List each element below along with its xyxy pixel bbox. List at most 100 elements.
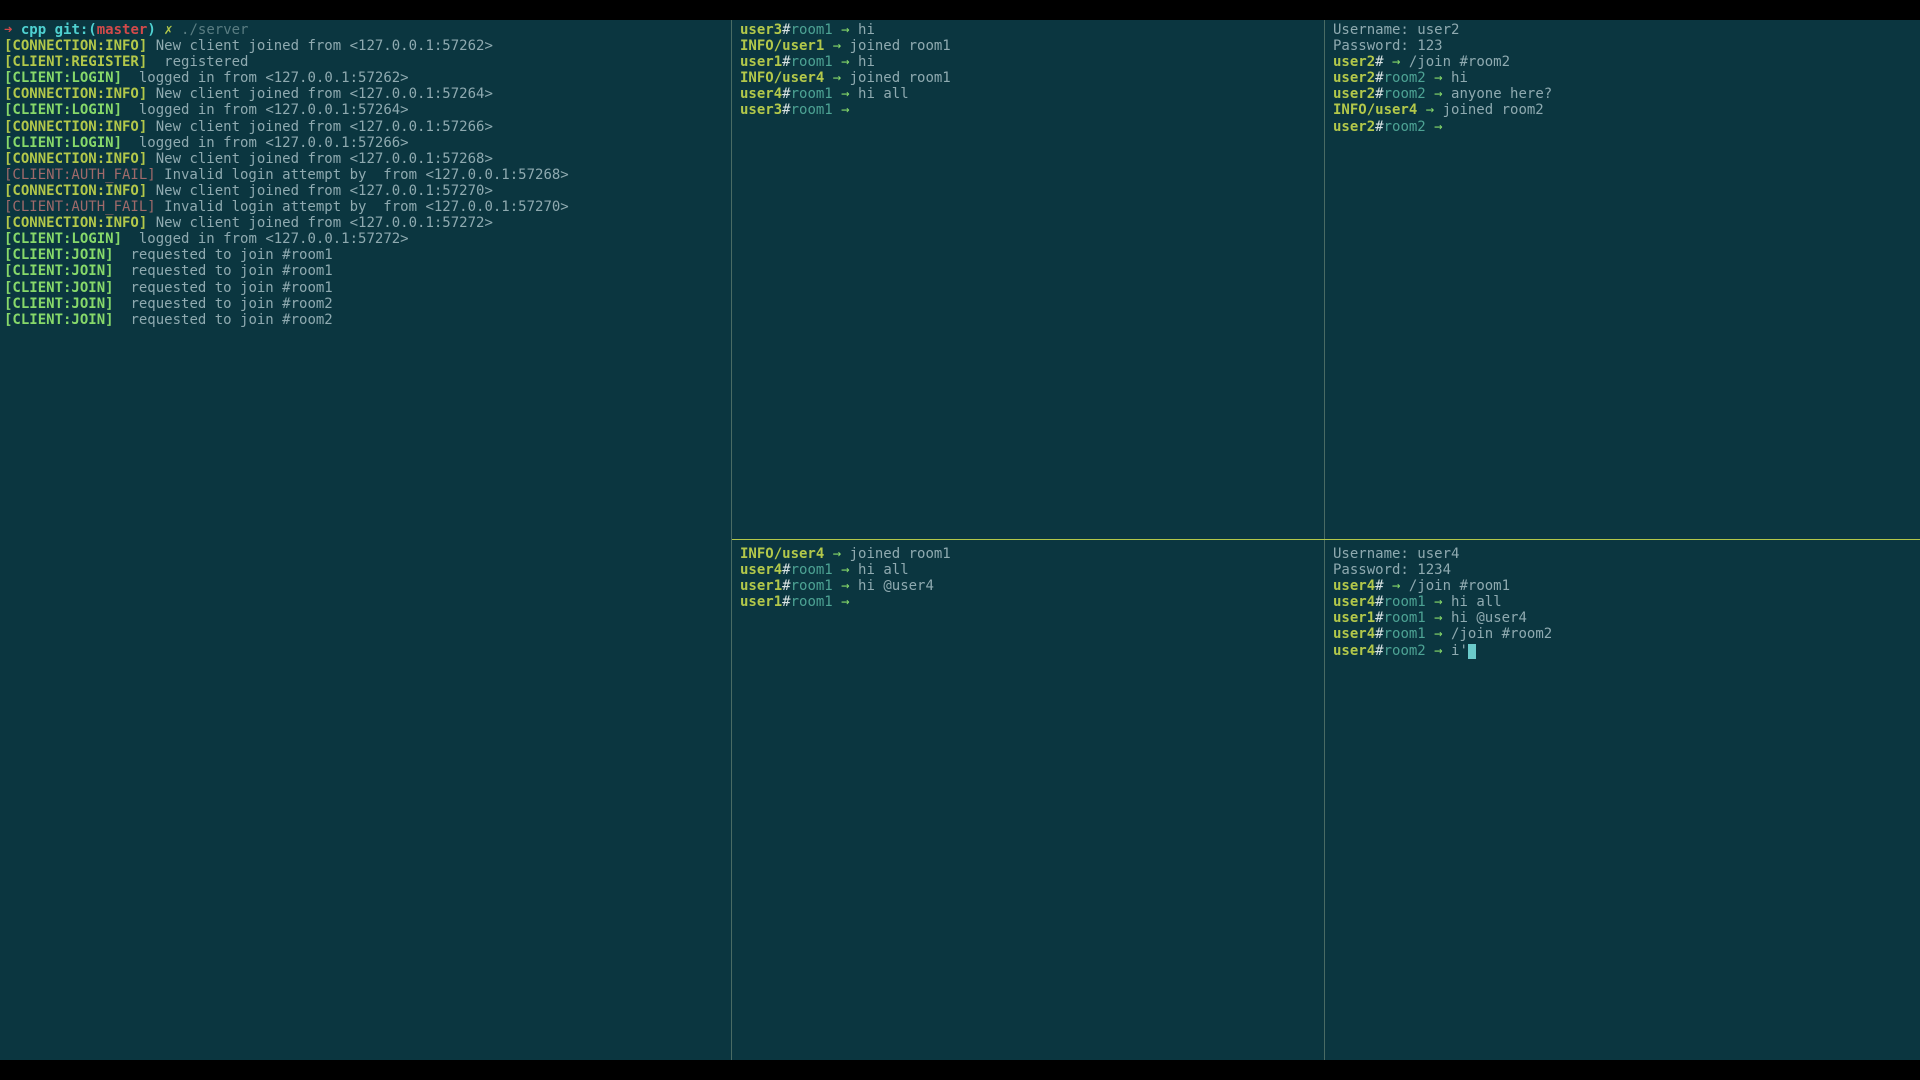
log-message: requested to join #room1 — [114, 247, 333, 263]
server-log-line: [CONNECTION:INFO] New client joined from… — [4, 215, 726, 231]
tmux-workspace: ➜ cpp git:(master) ✗ ./server[CONNECTION… — [0, 20, 1920, 1060]
log-tag: [CLIENT:REGISTER] — [4, 54, 147, 70]
server-log-line: [CLIENT:JOIN] requested to join #room2 — [4, 312, 726, 328]
client-prompt[interactable]: user1#room1 → — [740, 594, 1316, 610]
split-vertical-1 — [731, 20, 732, 1060]
chat-message: /join #room2 — [1451, 626, 1552, 642]
log-message: Invalid login attempt by from <127.0.0.1… — [156, 167, 569, 183]
server-pane[interactable]: ➜ cpp git:(master) ✗ ./server[CONNECTION… — [0, 20, 730, 1060]
chat-message: hi @user4 — [1451, 610, 1527, 626]
prompt-git-close: ) — [147, 22, 164, 38]
arrow-icon: → — [1426, 70, 1451, 86]
room-name: room1 — [791, 578, 833, 594]
room-name: room2 — [1384, 643, 1426, 659]
arrow-icon: → — [1384, 578, 1409, 594]
cursor-icon — [1468, 644, 1476, 659]
server-log-line: [CONNECTION:INFO] New client joined from… — [4, 119, 726, 135]
server-log-line: [CONNECTION:INFO] New client joined from… — [4, 38, 726, 54]
arrow-icon: → — [1426, 626, 1451, 642]
client-prompt[interactable]: user2#room2 → — [1333, 119, 1914, 135]
log-tag: [CLIENT:AUTH_FAIL] — [4, 167, 156, 183]
log-tag: [CLIENT:LOGIN] — [4, 231, 122, 247]
client-user4-pane[interactable]: Username: user4Password: 1234user4# → /j… — [1329, 544, 1918, 1058]
chat-line: user2# → /join #room2 — [1333, 54, 1914, 70]
username: user1 — [740, 54, 782, 70]
arrow-icon: → — [824, 38, 849, 54]
username: user4 — [1333, 626, 1375, 642]
client-prompt[interactable]: user3#room1 → — [740, 102, 1316, 118]
arrow-icon: → — [824, 546, 849, 562]
bottom-bar — [0, 1060, 1920, 1080]
shell-prompt: ➜ cpp git:(master) ✗ ./server — [4, 22, 726, 38]
prompt-command[interactable]: ./server — [173, 22, 249, 38]
chat-message: hi @user4 — [858, 578, 934, 594]
client-input-line[interactable]: user4#room2 → i' — [1333, 643, 1914, 659]
log-message: requested to join #room1 — [114, 280, 333, 296]
plain-line: Username: user2 — [1333, 22, 1914, 38]
chat-message: /join #room2 — [1409, 54, 1510, 70]
client-user1-pane[interactable]: INFO/user4 → joined room1user4#room1 → h… — [736, 544, 1320, 1058]
server-log-line: [CLIENT:JOIN] requested to join #room1 — [4, 280, 726, 296]
log-tag: [CONNECTION:INFO] — [4, 86, 147, 102]
log-message: New client joined from <127.0.0.1:57272> — [147, 215, 493, 231]
log-message: logged in from <127.0.0.1:57264> — [122, 102, 409, 118]
username: user3 — [740, 102, 782, 118]
log-tag: [CONNECTION:INFO] — [4, 151, 147, 167]
info-message: joined room1 — [850, 70, 951, 86]
log-tag: [CLIENT:LOGIN] — [4, 102, 122, 118]
log-tag: [CLIENT:JOIN] — [4, 312, 114, 328]
log-tag: [CONNECTION:INFO] — [4, 215, 147, 231]
room-name: room1 — [1384, 626, 1426, 642]
chat-line: user4#room1 → hi all — [740, 562, 1316, 578]
chat-line: user1#room1 → hi @user4 — [740, 578, 1316, 594]
client-user2-pane[interactable]: Username: user2Password: 123user2# → /jo… — [1329, 20, 1918, 538]
chat-message: hi — [858, 54, 875, 70]
chat-message: hi — [858, 22, 875, 38]
room-name: room1 — [791, 562, 833, 578]
server-log-line: [CLIENT:LOGIN] logged in from <127.0.0.1… — [4, 231, 726, 247]
info-message: joined room2 — [1443, 102, 1544, 118]
typed-text[interactable]: i' — [1451, 643, 1468, 659]
room-name: room2 — [1384, 119, 1426, 135]
username: user2 — [1333, 119, 1375, 135]
log-message: registered — [147, 54, 248, 70]
server-log-line: [CLIENT:AUTH_FAIL] Invalid login attempt… — [4, 199, 726, 215]
server-log-line: [CONNECTION:INFO] New client joined from… — [4, 183, 726, 199]
arrow-icon: → — [1426, 594, 1451, 610]
plain-line: Password: 123 — [1333, 38, 1914, 54]
info-line: INFO/user4 → joined room2 — [1333, 102, 1914, 118]
chat-message: hi all — [858, 562, 909, 578]
log-message: New client joined from <127.0.0.1:57262> — [147, 38, 493, 54]
chat-line: user1#room1 → hi — [740, 54, 1316, 70]
info-line: INFO/user4 → joined room1 — [740, 546, 1316, 562]
arrow-icon: → — [1417, 102, 1442, 118]
arrow-icon: → — [824, 70, 849, 86]
log-tag: [CONNECTION:INFO] — [4, 38, 147, 54]
arrow-icon: → — [833, 86, 858, 102]
server-log-line: [CLIENT:JOIN] requested to join #room2 — [4, 296, 726, 312]
room-name: room1 — [1384, 594, 1426, 610]
username: user4 — [740, 562, 782, 578]
arrow-icon: → — [1426, 86, 1451, 102]
split-vertical-2 — [1324, 20, 1325, 1060]
server-log-line: [CLIENT:AUTH_FAIL] Invalid login attempt… — [4, 167, 726, 183]
arrow-icon: → — [833, 594, 858, 610]
chat-message: hi — [1451, 70, 1468, 86]
split-horizontal — [732, 539, 1920, 540]
log-message: logged in from <127.0.0.1:57262> — [122, 70, 409, 86]
info-label: INFO/user4 — [740, 70, 824, 86]
log-tag: [CONNECTION:INFO] — [4, 119, 147, 135]
client-user3-pane[interactable]: user3#room1 → hiINFO/user1 → joined room… — [736, 20, 1320, 538]
log-message: New client joined from <127.0.0.1:57266> — [147, 119, 493, 135]
server-log-line: [CLIENT:JOIN] requested to join #room1 — [4, 263, 726, 279]
plain-line: Username: user4 — [1333, 546, 1914, 562]
username: user3 — [740, 22, 782, 38]
arrow-icon: → — [833, 578, 858, 594]
chat-line: user2#room2 → hi — [1333, 70, 1914, 86]
log-tag: [CLIENT:LOGIN] — [4, 70, 122, 86]
server-log-line: [CLIENT:LOGIN] logged in from <127.0.0.1… — [4, 135, 726, 151]
prompt-dir: cpp — [12, 22, 54, 38]
log-message: New client joined from <127.0.0.1:57268> — [147, 151, 493, 167]
room-name: room2 — [1384, 86, 1426, 102]
log-tag: [CLIENT:LOGIN] — [4, 135, 122, 151]
